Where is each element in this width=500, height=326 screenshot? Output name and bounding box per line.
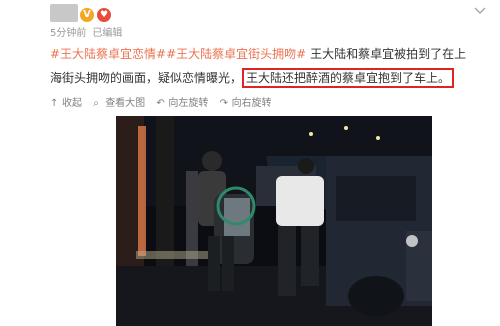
rotate-left-icon: ↶ [156,98,165,109]
night-street-scene [116,116,432,326]
edited-label[interactable]: 已编辑 [92,28,122,39]
collapse-label: 收起 [62,98,82,109]
post-time[interactable]: 5分钟前 [50,28,86,39]
post-meta: 5分钟前 已编辑 [50,24,122,39]
avatar[interactable] [6,0,50,34]
topic-link[interactable]: #王大陆蔡卓宜恋情# [50,47,166,61]
rotate-left-button[interactable]: ↶ 向左旋转 [156,94,208,109]
rotate-left-label: 向左旋转 [168,98,209,109]
rotate-right-label: 向右旋转 [231,98,272,109]
verified-badge-icon: V [80,8,94,22]
image-actions: ↑ 收起 ⌕ 查看大图 ↶ 向左旋转 ↷ 向右旋转 [50,94,280,112]
rotate-right-icon: ↷ [219,98,228,109]
post-header: V ♥ 5分钟前 已编辑 [0,0,500,39]
collapse-icon: ↑ [50,98,59,109]
member-badge-icon: ♥ [97,8,111,22]
collapse-button[interactable]: ↑ 收起 [50,94,82,109]
zoom-icon: ⌕ [93,98,99,109]
post-text: #王大陆蔡卓宜恋情##王大陆蔡卓宜街头拥吻# 王大陆和蔡卓宜被拍到了在上海街头拥… [50,42,470,90]
username-redacted[interactable] [50,4,78,22]
view-large-button[interactable]: ⌕ 查看大图 [93,94,145,109]
topic-link[interactable]: #王大陆蔡卓宜街头拥吻# [166,47,306,61]
rotate-right-button[interactable]: ↷ 向右旋转 [220,94,272,109]
chevron-down-icon[interactable] [474,4,488,18]
post-photo[interactable] [116,116,432,326]
view-large-label: 查看大图 [105,98,146,109]
highlighted-sentence: 王大陆还把醉酒的蔡卓宜抱到了车上。 [242,68,455,88]
